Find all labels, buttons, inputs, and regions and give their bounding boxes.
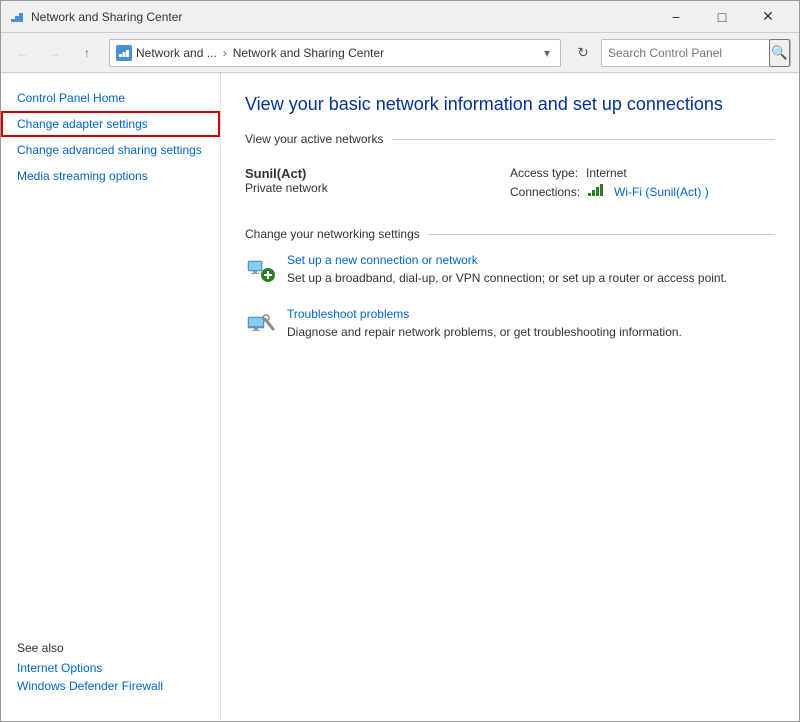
see-also-section: See also Internet Options Windows Defend… — [1, 629, 221, 709]
see-also-internet-options[interactable]: Internet Options — [17, 661, 205, 675]
sidebar-item-change-adapter-settings[interactable]: Change adapter settings — [1, 111, 220, 137]
wifi-bars — [588, 184, 606, 199]
search-button[interactable]: 🔍 — [769, 39, 790, 67]
refresh-button[interactable]: ↻ — [569, 39, 597, 67]
network-info: Sunil(Act) Private network Access type: … — [245, 158, 775, 207]
access-type-detail: Access type: Internet — [510, 166, 775, 180]
active-networks-header: View your active networks — [245, 132, 775, 146]
troubleshoot-desc: Diagnose and repair network problems, or… — [287, 323, 775, 341]
connections-label: Connections: — [510, 185, 580, 199]
address-icon — [116, 45, 132, 61]
connections-detail: Connections: Wi-Fi (Sunil(Act) ) — [510, 184, 775, 199]
section-divider-2 — [428, 234, 775, 235]
access-type-value: Internet — [586, 166, 627, 180]
settings-section: Set up a new connection or network Set u… — [245, 253, 775, 341]
window: Network and Sharing Center − □ ✕ ← → ↑ N… — [0, 0, 800, 722]
network-type: Private network — [245, 181, 510, 195]
network-left: Sunil(Act) Private network — [245, 166, 510, 199]
back-button[interactable]: ← — [9, 39, 37, 67]
sidebar-item-media-streaming[interactable]: Media streaming options — [1, 163, 220, 189]
setup-connection-item: Set up a new connection or network Set u… — [245, 253, 775, 287]
sidebar-item-control-panel-home[interactable]: Control Panel Home — [1, 85, 220, 111]
network-icon — [118, 47, 130, 59]
wifi-signal-icon — [588, 184, 606, 196]
close-button[interactable]: ✕ — [745, 1, 791, 33]
content-area: Control Panel Home Change adapter settin… — [1, 73, 799, 721]
nav-bar: ← → ↑ Network and ... › Network and Shar… — [1, 33, 799, 73]
address-dropdown[interactable]: ▾ — [540, 44, 554, 62]
minimize-button[interactable]: − — [653, 1, 699, 33]
networking-settings-header: Change your networking settings — [245, 227, 775, 241]
see-also-windows-defender[interactable]: Windows Defender Firewall — [17, 679, 205, 693]
page-title: View your basic network information and … — [245, 93, 775, 116]
troubleshoot-icon-svg — [247, 309, 275, 337]
breadcrumb-part2: Network and Sharing Center — [233, 46, 384, 60]
sidebar-item-change-advanced-sharing[interactable]: Change advanced sharing settings — [1, 137, 220, 163]
main-content: View your basic network information and … — [221, 73, 799, 721]
window-title: Network and Sharing Center — [31, 10, 182, 24]
maximize-button[interactable]: □ — [699, 1, 745, 33]
title-bar: Network and Sharing Center − □ ✕ — [1, 1, 799, 33]
window-icon — [9, 9, 25, 25]
troubleshoot-text: Troubleshoot problems Diagnose and repai… — [287, 307, 775, 341]
connections-value[interactable]: Wi-Fi (Sunil(Act) ) — [614, 185, 709, 199]
setup-connection-icon-svg — [247, 255, 275, 283]
setup-connection-text: Set up a new connection or network Set u… — [287, 253, 775, 287]
troubleshoot-item: Troubleshoot problems Diagnose and repai… — [245, 307, 775, 341]
up-button[interactable]: ↑ — [73, 39, 101, 67]
setup-connection-icon — [245, 253, 277, 285]
troubleshoot-icon — [245, 307, 277, 339]
active-networks-label: View your active networks — [245, 132, 384, 146]
troubleshoot-title[interactable]: Troubleshoot problems — [287, 307, 775, 321]
section-divider — [392, 139, 775, 140]
network-right: Access type: Internet Connections: — [510, 166, 775, 199]
see-also-title: See also — [17, 641, 205, 655]
see-also: See also Internet Options Windows Defend… — [1, 629, 221, 709]
breadcrumb-sep1: › — [223, 46, 227, 60]
address-bar: Network and ... › Network and Sharing Ce… — [109, 39, 561, 67]
search-box: 🔍 — [601, 39, 791, 67]
networking-settings-label: Change your networking settings — [245, 227, 420, 241]
access-type-label: Access type: — [510, 166, 578, 180]
forward-button[interactable]: → — [41, 39, 69, 67]
title-bar-left: Network and Sharing Center — [9, 9, 182, 25]
sidebar: Control Panel Home Change adapter settin… — [1, 73, 221, 721]
search-input[interactable] — [602, 46, 769, 60]
title-bar-controls: − □ ✕ — [653, 1, 791, 33]
setup-connection-desc: Set up a broadband, dial-up, or VPN conn… — [287, 269, 775, 287]
setup-connection-title[interactable]: Set up a new connection or network — [287, 253, 775, 267]
network-name: Sunil(Act) — [245, 166, 510, 181]
breadcrumb-part1: Network and ... — [136, 46, 217, 60]
